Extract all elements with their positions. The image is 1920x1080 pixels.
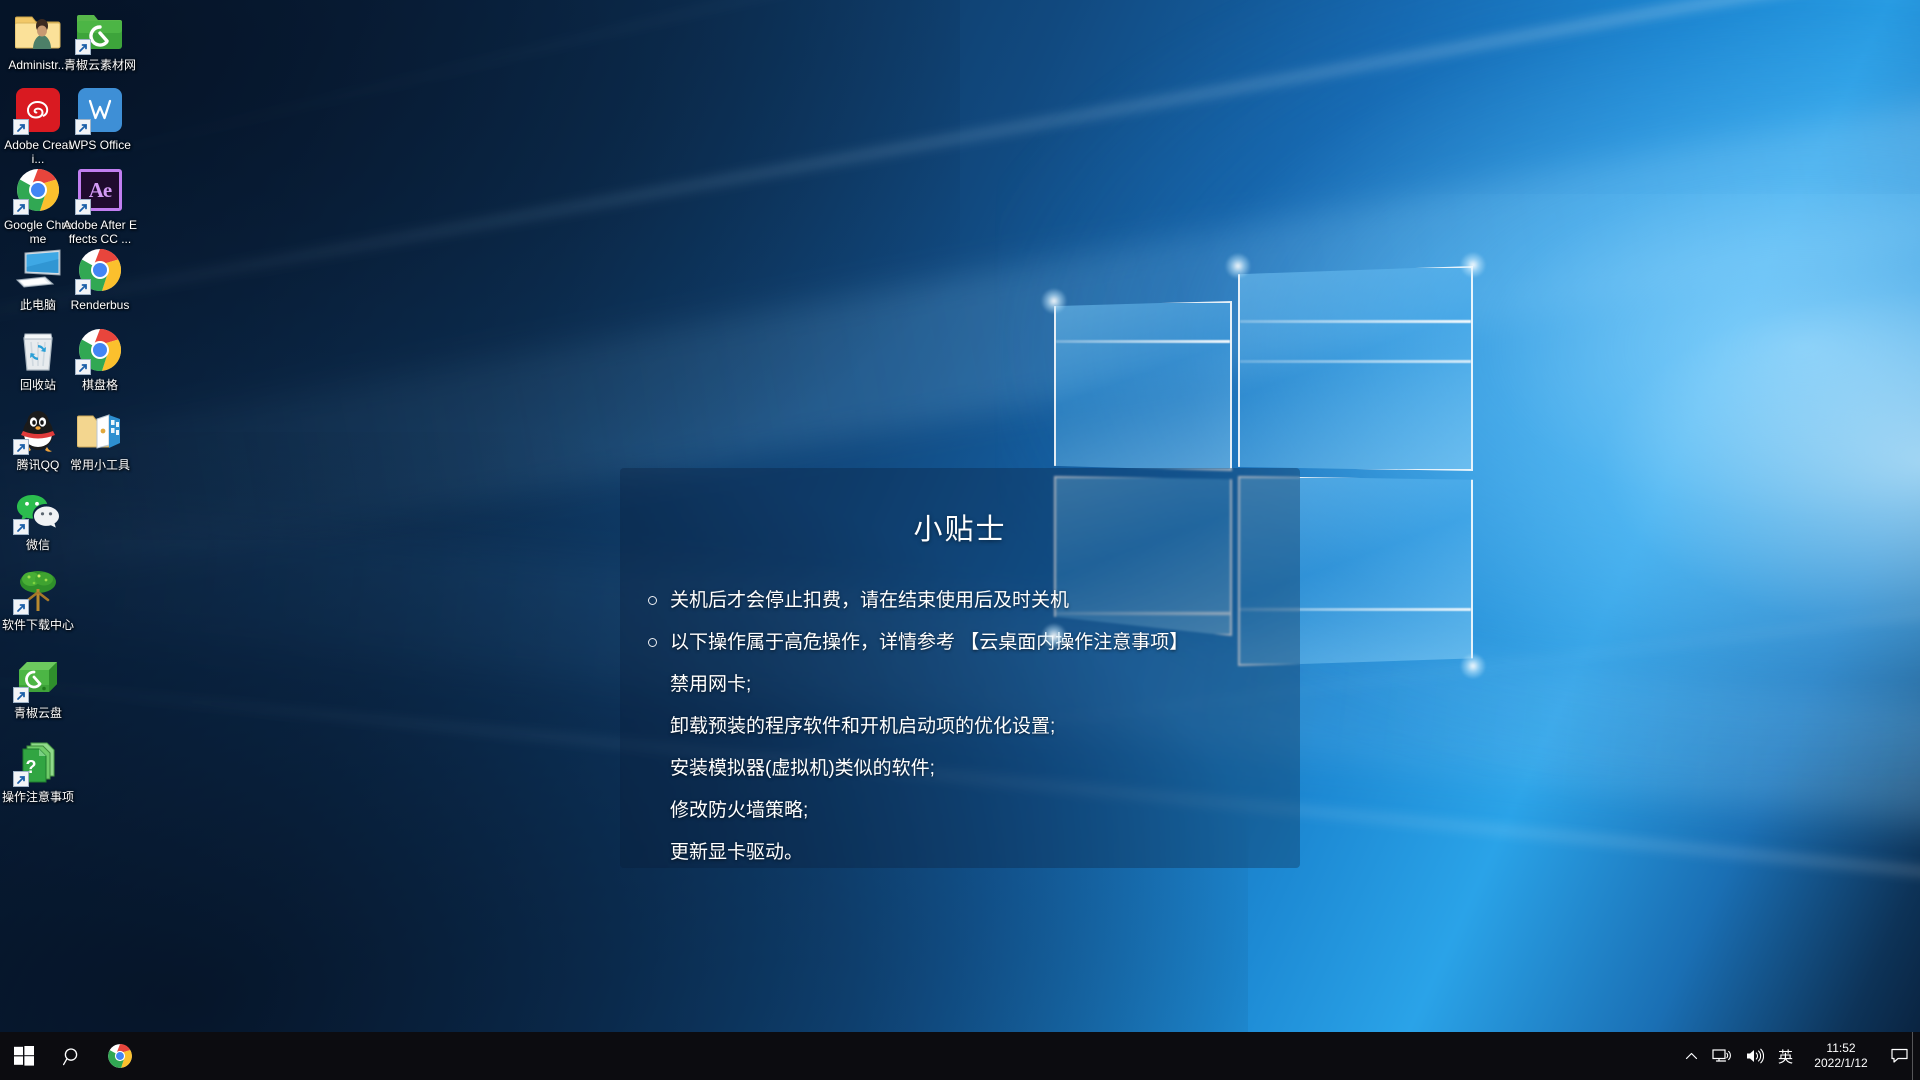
tips-item-text: 禁用网卡;: [670, 674, 752, 695]
volume-icon: [1746, 1048, 1764, 1064]
search-icon: [62, 1047, 77, 1065]
tips-list-item: 以下操作属于高危操作，详情参考 【云桌面内操作注意事项】: [648, 622, 1276, 664]
windows-logo-pane-top-left: [1054, 301, 1232, 471]
start-button[interactable]: [0, 1032, 48, 1080]
wps-office-icon: [75, 86, 124, 135]
desktop-icon-label: 棋盘格: [81, 378, 118, 392]
desktop-icon-software-download-center[interactable]: 软件下载中心: [0, 566, 76, 632]
desktop-icon-checkerboard[interactable]: 棋盘格: [62, 326, 138, 392]
adobe-creative-cloud-icon: [13, 86, 62, 135]
desktop-icon-label: 此电脑: [19, 298, 56, 312]
desktop-icon-label: 青椒云盘: [13, 706, 62, 720]
tips-item-text: 修改防火墙策略;: [670, 800, 809, 821]
shortcut-arrow-icon: [13, 439, 29, 455]
chevron-up-icon: [1685, 1052, 1698, 1059]
tips-item-text: 更新显卡驱动。: [670, 842, 804, 863]
wallpaper-vignette-top-left: [0, 0, 960, 540]
desktop-icon-label: Renderbus: [70, 298, 130, 312]
bullet-circle-icon: [648, 638, 657, 647]
desktop-icon-common-tools[interactable]: 常用小工具: [62, 406, 138, 472]
tools-folder-icon: [76, 406, 124, 454]
wechat-icon: [13, 486, 62, 535]
windows-logo-spark-e: [1460, 653, 1486, 679]
desktop-icon-qingjiao-cloud-disk[interactable]: 青椒云盘: [0, 654, 76, 720]
windows-logo-spark-b: [1225, 253, 1251, 279]
taskbar-item-google-chrome[interactable]: [96, 1032, 144, 1080]
green-help-docs-icon: ?: [13, 738, 62, 787]
clock-date: 2022/1/12: [1814, 1056, 1868, 1070]
windows-logo-pane-top-right: [1238, 266, 1473, 471]
tips-item-text: 安装模拟器(虚拟机)类似的软件;: [670, 758, 935, 779]
desktop-icon-label: 常用小工具: [69, 458, 130, 472]
tips-item-text: 关机后才会停止扣费，请在结束使用后及时关机: [670, 590, 1070, 611]
recycle-bin-icon: [14, 326, 62, 374]
clock-time: 11:52: [1826, 1041, 1856, 1055]
tips-list-item: 卸载预装的程序软件和开机启动项的优化设置;: [648, 706, 1276, 748]
windows-logo-spark-d: [1041, 623, 1067, 649]
desktop-icon-label: 操作注意事项: [1, 790, 74, 804]
tips-panel-title: 小贴士: [913, 514, 1007, 546]
green-folder-q-icon: [75, 6, 124, 55]
desktop-icon-label: 回收站: [19, 378, 56, 392]
shortcut-arrow-icon: [13, 687, 29, 703]
google-chrome-icon: [75, 326, 124, 375]
tray-volume-button[interactable]: [1738, 1032, 1771, 1080]
tencent-qq-penguin-icon: [13, 406, 62, 455]
tips-list-item: 关机后才会停止扣费，请在结束使用后及时关机: [648, 580, 1276, 622]
show-desktop-button[interactable]: [1912, 1032, 1920, 1080]
search-button[interactable]: [48, 1032, 96, 1080]
desktop-icon-operation-notes[interactable]: ? 操作注意事项: [0, 738, 76, 804]
green-disk-q-icon: [13, 654, 62, 703]
tree-download-center-icon: [13, 566, 62, 615]
tray-overflow-button[interactable]: [1678, 1032, 1705, 1080]
desktop-icon-wechat[interactable]: 微信: [0, 486, 76, 552]
windows-logo-spark-a: [1041, 288, 1067, 314]
bullet-circle-icon: [648, 596, 657, 605]
tips-item-text: 卸载预装的程序软件和开机启动项的优化设置;: [670, 716, 1056, 737]
desktop-icon-wps-office[interactable]: WPS Office: [62, 86, 138, 152]
tips-list-item: 禁用网卡;: [648, 664, 1276, 706]
user-folder-icon: [14, 6, 62, 54]
shortcut-arrow-icon: [75, 359, 91, 375]
network-icon: [1712, 1049, 1731, 1062]
desktop-icon-label: 微信: [25, 538, 50, 552]
desktop-icon-label: 软件下载中心: [1, 618, 74, 632]
shortcut-arrow-icon: [13, 599, 29, 615]
adobe-after-effects-icon: Ae: [75, 166, 124, 215]
notification-icon: [1890, 1048, 1908, 1063]
tray-network-button[interactable]: [1705, 1032, 1738, 1080]
action-center-button[interactable]: [1886, 1032, 1912, 1080]
tips-list-item: 安装模拟器(虚拟机)类似的软件;: [648, 748, 1276, 790]
desktop-icon-qingjiao-material[interactable]: 青椒云素材网: [62, 6, 138, 72]
desktop-icon-label: 青椒云素材网: [63, 58, 136, 72]
google-chrome-taskbar-icon: [108, 1044, 132, 1068]
shortcut-arrow-icon: [13, 771, 29, 787]
tips-panel: 小贴士 关机后才会停止扣费，请在结束使用后及时关机 以下操作属于高危操作，详情参…: [620, 468, 1300, 868]
desktop-icon-after-effects[interactable]: Ae Adobe After Effects CC ...: [62, 166, 138, 246]
shortcut-arrow-icon: [13, 119, 29, 135]
google-chrome-icon: [75, 246, 124, 295]
windows-logo-spark-c: [1460, 252, 1486, 278]
shortcut-arrow-icon: [75, 199, 91, 215]
tray-ime-indicator[interactable]: 英: [1771, 1032, 1800, 1080]
shortcut-arrow-icon: [75, 39, 91, 55]
taskbar-clock[interactable]: 11:52 2022/1/12: [1800, 1032, 1886, 1080]
desktop-icon-label: Administr...: [8, 58, 68, 72]
tips-list-item: 更新显卡驱动。: [648, 832, 1276, 868]
shortcut-arrow-icon: [13, 519, 29, 535]
shortcut-arrow-icon: [75, 279, 91, 295]
desktop-icon-label: WPS Office: [69, 138, 131, 152]
tips-list-item: 修改防火墙策略;: [648, 790, 1276, 832]
google-chrome-icon: [13, 166, 62, 215]
taskbar: 英 11:52 2022/1/12: [0, 1032, 1920, 1080]
desktop-icon-renderbus[interactable]: Renderbus: [62, 246, 138, 312]
shortcut-arrow-icon: [13, 199, 29, 215]
shortcut-arrow-icon: [75, 119, 91, 135]
system-tray: 英 11:52 2022/1/12: [1678, 1032, 1920, 1080]
tips-item-text: 以下操作属于高危操作，详情参考 【云桌面内操作注意事项】: [670, 632, 1189, 653]
tips-list: 关机后才会停止扣费，请在结束使用后及时关机 以下操作属于高危操作，详情参考 【云…: [620, 580, 1300, 868]
desktop-icon-label: Adobe After Effects CC ...: [62, 218, 138, 246]
desktop-icon-label: 腾讯QQ: [16, 458, 60, 472]
this-pc-icon: [14, 246, 62, 294]
